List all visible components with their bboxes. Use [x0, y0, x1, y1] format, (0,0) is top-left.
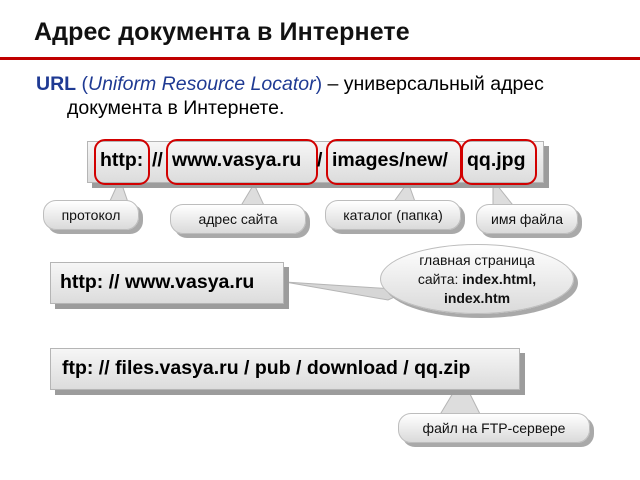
url-separator: / [317, 149, 323, 171]
url-folder: images/new/ [332, 149, 448, 171]
url-file: qq.jpg [467, 149, 526, 171]
file-callout: имя файла [476, 204, 578, 234]
main-page-url: http: // www.vasya.ru [60, 271, 255, 293]
index-html-name: index.html, [462, 270, 537, 287]
main-page-callout: главная страница сайта: index.html, inde… [380, 244, 574, 314]
callout-tails [103, 177, 522, 419]
url-separator: // [152, 149, 163, 171]
main-page-note-line1: главная страница [419, 251, 535, 268]
ftp-callout: файл на FTP-сервере [398, 413, 590, 443]
url-site: www.vasya.ru [172, 149, 302, 171]
index-htm-name: index.htm [443, 289, 511, 306]
site-callout: адрес сайта [170, 204, 306, 234]
ftp-url: ftp: // files.vasya.ru / pub / download … [62, 357, 471, 379]
folder-callout: каталог (папка) [325, 200, 461, 230]
protocol-callout: протокол [43, 200, 139, 230]
main-page-note-prefix: сайта: [417, 270, 463, 287]
url-protocol: http: [100, 149, 144, 171]
